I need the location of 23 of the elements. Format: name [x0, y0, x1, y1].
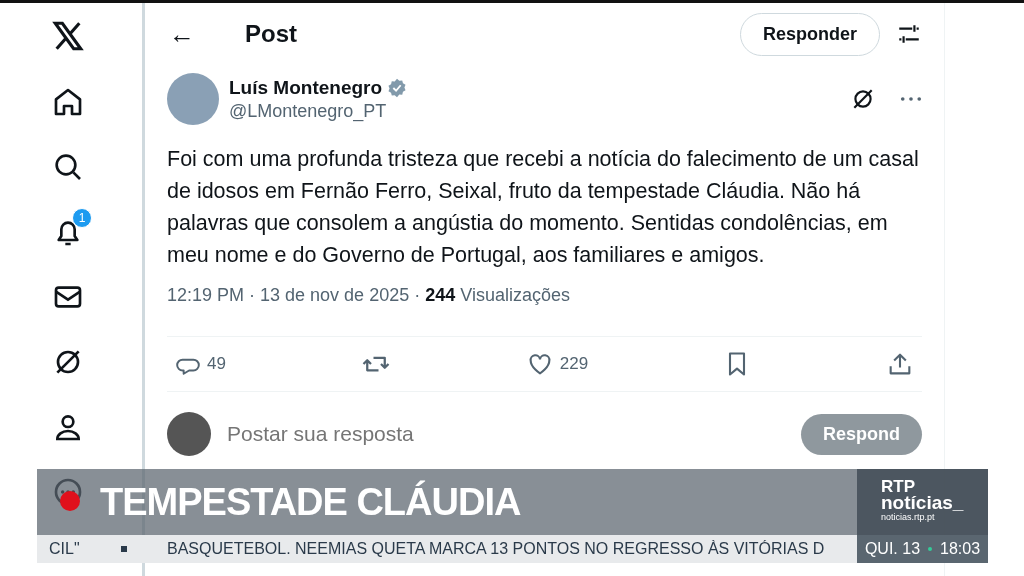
- ticker-bullet: [121, 546, 127, 552]
- reply-button[interactable]: Responder: [739, 12, 880, 56]
- author-name[interactable]: Luís Montenegro: [229, 76, 383, 99]
- time-label: 18:03: [940, 540, 981, 558]
- home-icon[interactable]: [52, 86, 84, 118]
- back-button[interactable]: ←: [167, 18, 231, 50]
- ticker-text: CIL": [48, 540, 81, 558]
- avatar[interactable]: [167, 73, 219, 125]
- action-count: 49: [207, 354, 226, 374]
- author-handle[interactable]: @LMontenegro_PT: [229, 100, 840, 122]
- more-options-icon[interactable]: [900, 95, 922, 103]
- x-logo-icon[interactable]: [51, 19, 85, 53]
- post-meta: 12:19 PM · 13 de nov de 2025 · 244 Visualizações: [167, 285, 922, 337]
- action-count: 229: [559, 354, 589, 374]
- day-label: QUI. 13: [864, 540, 921, 558]
- ticker-text: BASQUETEBOL. NEEMIAS QUETA MARCA 13 PONTOS NO REGRESSO ÀS VITÓRIAS D: [167, 540, 826, 558]
- news-headline: TEMPESTADE CLÁUDIA: [100, 481, 521, 524]
- post-text: Foi com uma profunda tristeza que recebi a notícia do falecimento de um casal de idosos em Fernão Ferro, Seixal, fruto da tempestade Cláudia. Não há palavras que consolem a angústia do momento. Sentidas condolências, em meu nome e do Governo de Portugal, aos familiares e amigos.: [167, 146, 920, 269]
- notification-badge: 1: [72, 208, 92, 228]
- user-avatar: [167, 412, 211, 456]
- reply-field[interactable]: Postar sua resposta: [225, 421, 787, 447]
- page-title: Post: [245, 20, 298, 48]
- channel-logo: RTP notícias_ noticias.rtp.pt: [857, 469, 988, 535]
